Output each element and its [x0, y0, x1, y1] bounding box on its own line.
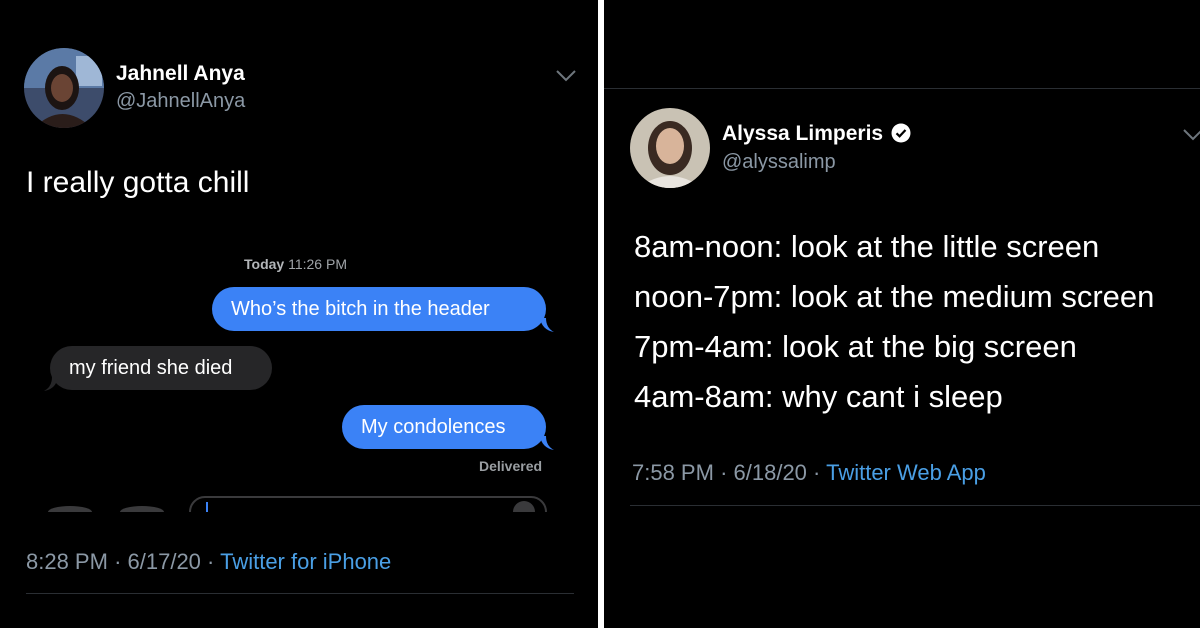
cropped-composer-bar: [48, 496, 547, 512]
bubble-tail: [540, 318, 554, 332]
alyssa-display-name[interactable]: Alyssa Limperis: [722, 122, 911, 146]
tweet-source-link[interactable]: Twitter for iPhone: [220, 549, 391, 574]
tweet-timestamp-line: 7:58 PM · 6/18/20 · Twitter Web App: [632, 460, 986, 486]
tweet-text-line: noon-7pm: look at the medium screen: [634, 279, 1155, 314]
divider-line: [630, 505, 1200, 506]
tweet-time[interactable]: 7:58 PM: [632, 460, 714, 485]
tweet-text-line: 4am-8am: why cant i sleep: [634, 379, 1003, 414]
alyssa-name-text: Alyssa Limperis: [722, 122, 884, 145]
chevron-down-icon[interactable]: [555, 69, 577, 83]
tweet-text: I really gotta chill: [26, 166, 250, 199]
meta-separator: ·: [207, 549, 215, 574]
bubble-tail: [44, 377, 58, 391]
imessage-timestamp-day: Today: [244, 256, 285, 272]
tweet-time[interactable]: 8:28 PM: [26, 549, 108, 574]
jahnell-display-name[interactable]: Jahnell Anya: [116, 62, 245, 86]
verified-badge-icon: [891, 123, 911, 143]
message-bubble-sent: My condolences: [342, 405, 546, 449]
divider-line: [604, 88, 1200, 89]
left-tweet-card: Jahnell Anya @JahnellAnya I really gotta…: [0, 0, 598, 628]
tweet-date[interactable]: 6/17/20: [128, 549, 201, 574]
meta-separator: ·: [813, 460, 821, 485]
meta-separator: ·: [114, 549, 122, 574]
delivered-status: Delivered: [479, 458, 543, 474]
alyssa-avatar[interactable]: [630, 108, 710, 188]
bubble-tail: [540, 436, 554, 450]
chevron-down-icon[interactable]: [1182, 128, 1200, 142]
right-tweet-card: Alyssa Limperis @alyssalimp 8am-noon: lo…: [604, 0, 1200, 628]
tweet-timestamp-line: 8:28 PM · 6/17/20 · Twitter for iPhone: [26, 549, 391, 575]
tweet-date[interactable]: 6/18/20: [734, 460, 807, 485]
tweet-source-link[interactable]: Twitter Web App: [826, 460, 986, 485]
meta-separator: ·: [720, 460, 728, 485]
imessage-timestamp: Today 11:26 PM: [244, 256, 347, 272]
jahnell-avatar[interactable]: [24, 48, 104, 128]
message-bubble-sent: Who’s the bitch in the header: [212, 287, 546, 331]
divider-line: [26, 593, 574, 594]
alyssa-handle[interactable]: @alyssalimp: [722, 151, 836, 174]
tweet-text-line: 7pm-4am: look at the big screen: [634, 329, 1077, 364]
message-bubble-received: my friend she died: [50, 346, 272, 390]
jahnell-handle[interactable]: @JahnellAnya: [116, 90, 245, 113]
imessage-timestamp-time: 11:26 PM: [288, 256, 347, 272]
tweet-text-line: 8am-noon: look at the little screen: [634, 229, 1100, 264]
